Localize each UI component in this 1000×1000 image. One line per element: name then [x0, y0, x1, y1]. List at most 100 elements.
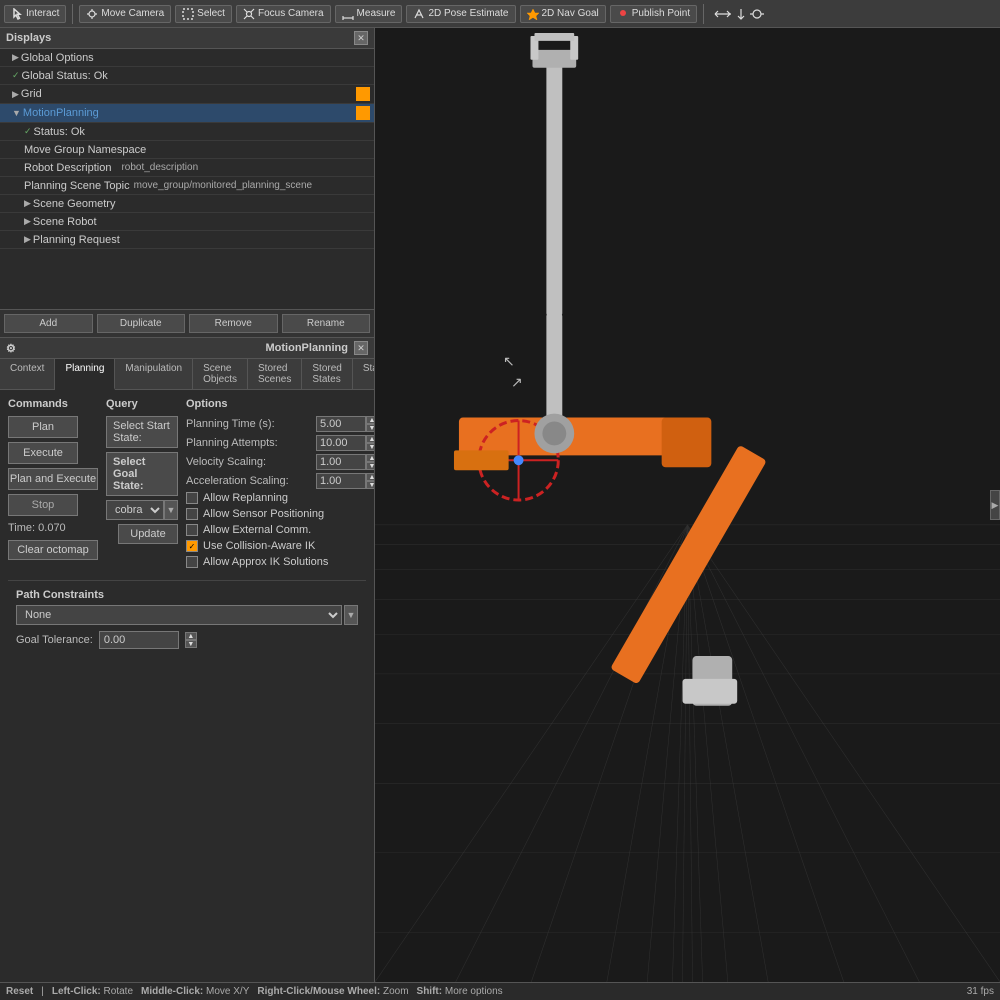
- planning-attempts-input[interactable]: [316, 435, 366, 451]
- tree-item-scene-robot[interactable]: ▶ Scene Robot: [0, 213, 374, 231]
- status-left-bold: Left-Click:: [52, 986, 101, 997]
- tree-item-grid[interactable]: ▶ Grid: [0, 85, 374, 104]
- goal-tolerance-down[interactable]: ▼: [185, 640, 197, 648]
- accel-scaling-input[interactable]: [316, 473, 366, 489]
- accel-scaling-label: Acceleration Scaling:: [186, 475, 316, 487]
- tree-item-move-group-ns[interactable]: Move Group Namespace: [0, 141, 374, 159]
- velocity-scaling-up[interactable]: ▲: [366, 454, 374, 462]
- remove-display-button[interactable]: Remove: [189, 314, 278, 333]
- 2d-nav-goal-button[interactable]: 2D Nav Goal: [520, 5, 606, 23]
- start-state-button[interactable]: Select Start State:: [106, 416, 178, 448]
- 2d-pose-estimate-button[interactable]: 2D Pose Estimate: [406, 5, 515, 23]
- plan-execute-button[interactable]: Plan and Execute: [8, 468, 98, 490]
- tab-context[interactable]: Context: [0, 359, 55, 389]
- goal-tolerance-spinners: ▲ ▼: [185, 632, 197, 648]
- allow-approx-ik-row: Allow Approx IK Solutions: [186, 556, 374, 568]
- move-camera-button[interactable]: Move Camera: [79, 5, 171, 23]
- tree-item-planning-request[interactable]: ▶ Planning Request: [0, 231, 374, 249]
- focus-camera-button[interactable]: Focus Camera: [236, 5, 331, 23]
- mp-columns: Commands Plan Execute Plan and Execute S…: [8, 398, 366, 572]
- mp-color-box: [356, 106, 370, 120]
- add-display-button[interactable]: Add: [4, 314, 93, 333]
- goal-state-select[interactable]: cobra: [106, 500, 164, 520]
- allow-replanning-checkbox[interactable]: [186, 492, 198, 504]
- constraint-row: None ▼: [16, 605, 358, 625]
- planning-attempts-down[interactable]: ▼: [366, 443, 374, 451]
- planning-time-input[interactable]: [316, 416, 366, 432]
- accel-scaling-down[interactable]: ▼: [366, 481, 374, 489]
- tab-stored-states[interactable]: Stored States: [302, 359, 352, 389]
- tree-item-status-ok[interactable]: ✓ Status: Ok: [0, 123, 374, 141]
- constraint-select[interactable]: None: [16, 605, 342, 625]
- velocity-scaling-spinners: ▲ ▼: [366, 454, 374, 470]
- displays-close-button[interactable]: ✕: [354, 31, 368, 45]
- tree-arrow-status-ok: ✓: [24, 126, 32, 137]
- stop-button[interactable]: Stop: [8, 494, 78, 516]
- allow-approx-ik-checkbox[interactable]: [186, 556, 198, 568]
- tree-item-scene-geometry[interactable]: ▶ Scene Geometry: [0, 195, 374, 213]
- allow-sensor-positioning-checkbox[interactable]: [186, 508, 198, 520]
- status-separator-1: |: [41, 986, 44, 997]
- velocity-scaling-label: Velocity Scaling:: [186, 456, 316, 468]
- tab-planning[interactable]: Planning: [55, 359, 115, 390]
- goal-state-dropdown-row: cobra ▼: [106, 500, 178, 520]
- tree-item-planning-scene[interactable]: Planning Scene Topic move_group/monitore…: [0, 177, 374, 195]
- tab-manipulation[interactable]: Manipulation: [115, 359, 193, 389]
- goal-tolerance-up[interactable]: ▲: [185, 632, 197, 640]
- tree-item-global-status[interactable]: ✓ Global Status: Ok: [0, 67, 374, 85]
- tree-label-status-ok: Status: Ok: [34, 126, 85, 138]
- planning-attempts-spinners: ▲ ▼: [366, 435, 374, 451]
- duplicate-display-button[interactable]: Duplicate: [97, 314, 186, 333]
- planning-time-up[interactable]: ▲: [366, 416, 374, 424]
- status-fps: 31 fps: [967, 986, 994, 997]
- main-layout: Displays ✕ ▶ Global Options ✓ Global Sta…: [0, 28, 1000, 982]
- interact-button[interactable]: Interact: [4, 5, 66, 23]
- update-button[interactable]: Update: [118, 524, 178, 544]
- viewport[interactable]: ↖↗ ▶: [375, 28, 1000, 982]
- goal-state-dropdown-arrow[interactable]: ▼: [164, 500, 178, 520]
- tab-scene-objects[interactable]: Scene Objects: [193, 359, 248, 389]
- select-button[interactable]: Select: [175, 5, 232, 23]
- tree-label-scene-robot: Scene Robot: [33, 216, 97, 228]
- clear-octomap-button[interactable]: Clear octomap: [8, 540, 98, 560]
- robot-svg: [375, 28, 1000, 982]
- constraint-dropdown-arrow[interactable]: ▼: [344, 605, 358, 625]
- displays-empty-space: [0, 249, 374, 309]
- velocity-scaling-input[interactable]: [316, 454, 366, 470]
- status-shift-label: Shift: More options: [417, 986, 503, 997]
- tree-label-planning-scene: Planning Scene Topic: [24, 180, 130, 192]
- goal-tolerance-label: Goal Tolerance:: [16, 634, 93, 646]
- velocity-scaling-down[interactable]: ▼: [366, 462, 374, 470]
- tree-label-robot-desc: Robot Description: [24, 162, 111, 174]
- use-collision-aware-ik-checkbox[interactable]: [186, 540, 198, 552]
- tab-stored-scenes[interactable]: Stored Scenes: [248, 359, 302, 389]
- plan-button[interactable]: Plan: [8, 416, 78, 438]
- rename-display-button[interactable]: Rename: [282, 314, 371, 333]
- status-middle-bold: Middle-Click:: [141, 986, 203, 997]
- goal-state-button[interactable]: Select Goal State:: [106, 452, 178, 496]
- planning-time-label: Planning Time (s):: [186, 418, 316, 430]
- mp-close-button[interactable]: ✕: [354, 341, 368, 355]
- measure-button[interactable]: Measure: [335, 5, 403, 23]
- execute-button[interactable]: Execute: [8, 442, 78, 464]
- tree-label-grid: Grid: [21, 88, 42, 100]
- status-reset[interactable]: Reset: [6, 986, 33, 997]
- viewport-expand-arrow[interactable]: ▶: [990, 490, 1000, 520]
- planning-attempts-up[interactable]: ▲: [366, 435, 374, 443]
- accel-scaling-row: Acceleration Scaling: ▲ ▼: [186, 473, 374, 489]
- mp-title-text: MotionPlanning: [266, 342, 348, 354]
- tree-item-motion-planning[interactable]: ▼ MotionPlanning: [0, 104, 374, 123]
- accel-scaling-up[interactable]: ▲: [366, 473, 374, 481]
- publish-point-button[interactable]: Publish Point: [610, 5, 697, 23]
- allow-external-comm-checkbox[interactable]: [186, 524, 198, 536]
- goal-tolerance-input[interactable]: [99, 631, 179, 649]
- commands-column: Commands Plan Execute Plan and Execute S…: [8, 398, 98, 572]
- options-column: Options Planning Time (s): ▲ ▼ Planning …: [186, 398, 374, 572]
- tab-status[interactable]: Status: [353, 359, 374, 389]
- use-collision-aware-ik-row: Use Collision-Aware IK: [186, 540, 374, 552]
- planning-time-down[interactable]: ▼: [366, 424, 374, 432]
- planning-attempts-row: Planning Attempts: ▲ ▼: [186, 435, 374, 451]
- tree-label-planning-request: Planning Request: [33, 234, 120, 246]
- tree-item-robot-desc[interactable]: Robot Description robot_description: [0, 159, 374, 177]
- tree-item-global-options[interactable]: ▶ Global Options: [0, 49, 374, 67]
